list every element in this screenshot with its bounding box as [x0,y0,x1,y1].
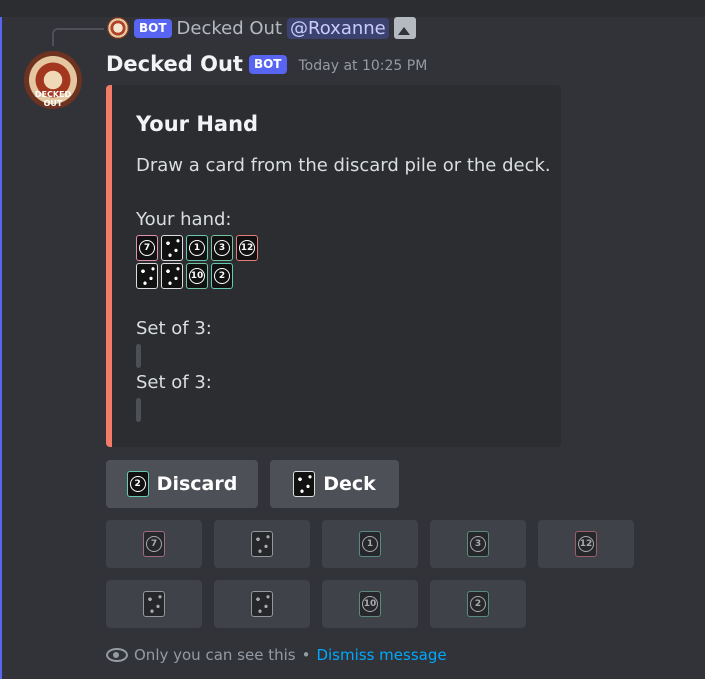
card-select-button[interactable]: 3 [430,520,526,568]
number-card-icon: 10 [359,591,381,617]
number-card-icon: 1 [359,531,381,557]
deck-button[interactable]: Deck [270,460,399,508]
card-select-button[interactable] [106,580,202,628]
deck-label: Deck [323,473,376,495]
number-card-icon: 12 [236,235,258,261]
reply-bot-badge: BOT [134,18,172,38]
number-card-icon: 1 [186,235,208,261]
hand-row: 7 1 3 12 [136,235,258,261]
card-icon: 2 [126,471,149,497]
reply-avatar[interactable] [107,17,129,39]
number-card-icon: 3 [467,531,489,557]
set-label: Set of 3: [136,372,212,393]
wild-card-icon [251,591,273,617]
reply-mention[interactable]: @Roxanne [287,17,389,39]
reply-reference[interactable]: BOT Decked Out @Roxanne [107,15,416,41]
discard-button[interactable]: 2 Discard [106,460,258,508]
ephemeral-notice: Only you can see this • Dismiss message [106,646,447,664]
card-select-button[interactable]: 10 [322,580,418,628]
eye-icon [106,648,128,662]
author-name[interactable]: Decked Out [106,52,243,76]
wild-card-icon [161,235,183,261]
image-icon [393,17,416,39]
card-select-button[interactable]: 1 [322,520,418,568]
reply-spine [52,28,104,46]
embed-title: Your Hand [136,112,259,136]
dismiss-message-link[interactable]: Dismiss message [316,646,446,664]
card-select-button[interactable]: 2 [430,580,526,628]
wild-card-icon [251,531,273,557]
set-quote-bar [136,398,141,422]
deck-card-icon [293,471,316,497]
number-card-icon: 2 [211,263,233,289]
highlight-bar [0,17,2,679]
avatar-logo-text: DECKED OUT [34,90,72,108]
number-card-icon: 7 [136,235,158,261]
number-card-icon: 10 [186,263,208,289]
wild-card-icon [161,263,183,289]
hand-label: Your hand: [136,209,232,230]
number-card-icon: 2 [467,591,489,617]
separator: • [301,646,311,664]
card-select-button[interactable] [214,580,310,628]
wild-card-icon [143,591,165,617]
timestamp[interactable]: Today at 10:25 PM [299,58,428,74]
set-quote-bar [136,344,141,368]
message-header: Decked Out BOT Today at 10:25 PM [106,52,427,76]
embed: Your Hand Draw a card from the discard p… [106,85,561,447]
hand-row: 10 2 [136,263,233,289]
set-label: Set of 3: [136,318,212,339]
number-card-icon: 3 [211,235,233,261]
only-you-text: Only you can see this [134,646,296,664]
reply-author[interactable]: Decked Out [177,18,282,39]
card-select-button[interactable]: 12 [538,520,634,568]
card-select-button[interactable] [214,520,310,568]
number-card-icon: 12 [575,531,597,557]
card-select-button[interactable]: 7 [106,520,202,568]
embed-description: Draw a card from the discard pile or the… [136,155,551,176]
number-card-icon: 7 [143,531,165,557]
wild-card-icon [136,263,158,289]
bot-badge: BOT [248,54,287,74]
discard-label: Discard [156,473,238,495]
